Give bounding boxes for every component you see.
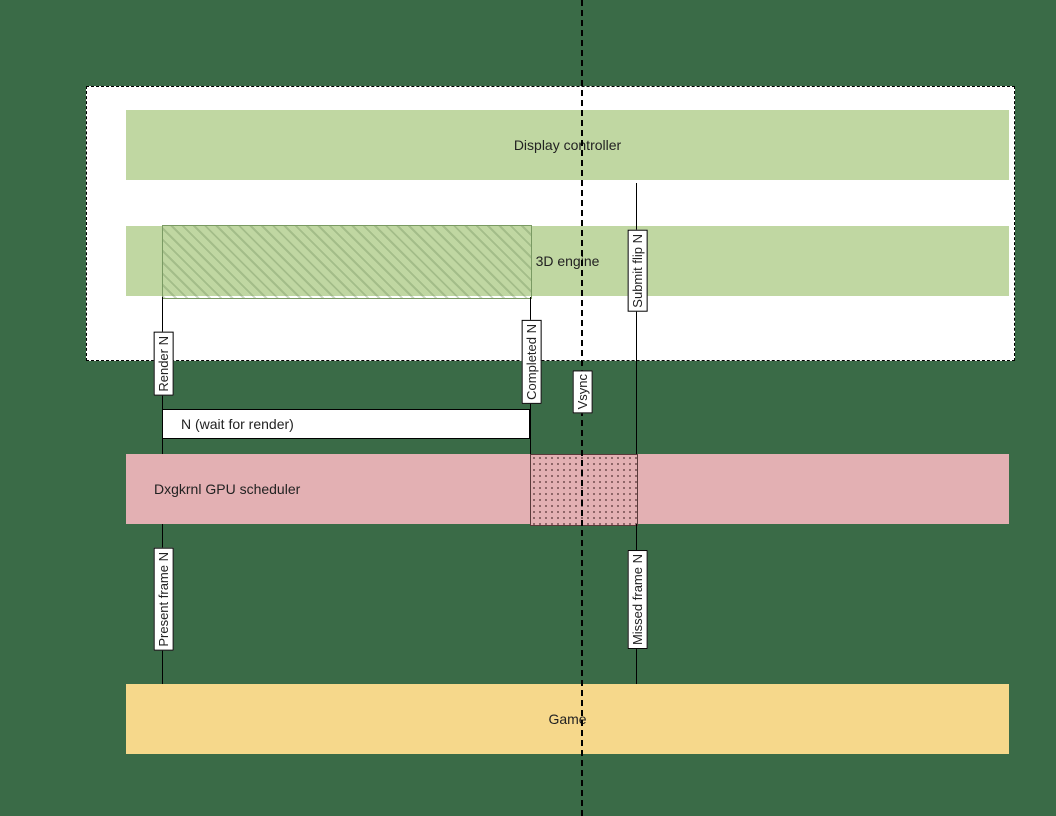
label-completed: Completed N xyxy=(522,320,542,404)
game-bar: Game xyxy=(126,684,1009,754)
label-missed: Missed frame N xyxy=(628,550,648,649)
label-render: Render N xyxy=(154,332,174,396)
display-controller-bar: Display controller xyxy=(126,110,1009,180)
label-present: Present frame N xyxy=(154,548,174,651)
render-region xyxy=(162,225,532,299)
wait-for-render-box: N (wait for render) xyxy=(162,409,530,439)
display-controller-label: Display controller xyxy=(514,137,621,153)
line-submit xyxy=(636,183,637,454)
label-submit-flip: Submit flip N xyxy=(628,230,648,312)
label-vsync: Vsync xyxy=(573,370,593,413)
scheduler-label: Dxgkrnl GPU scheduler xyxy=(154,481,300,497)
scheduler-dotted-segment xyxy=(530,454,638,526)
wait-for-render-label: N (wait for render) xyxy=(181,416,294,432)
engine-label: 3D engine xyxy=(536,253,600,269)
